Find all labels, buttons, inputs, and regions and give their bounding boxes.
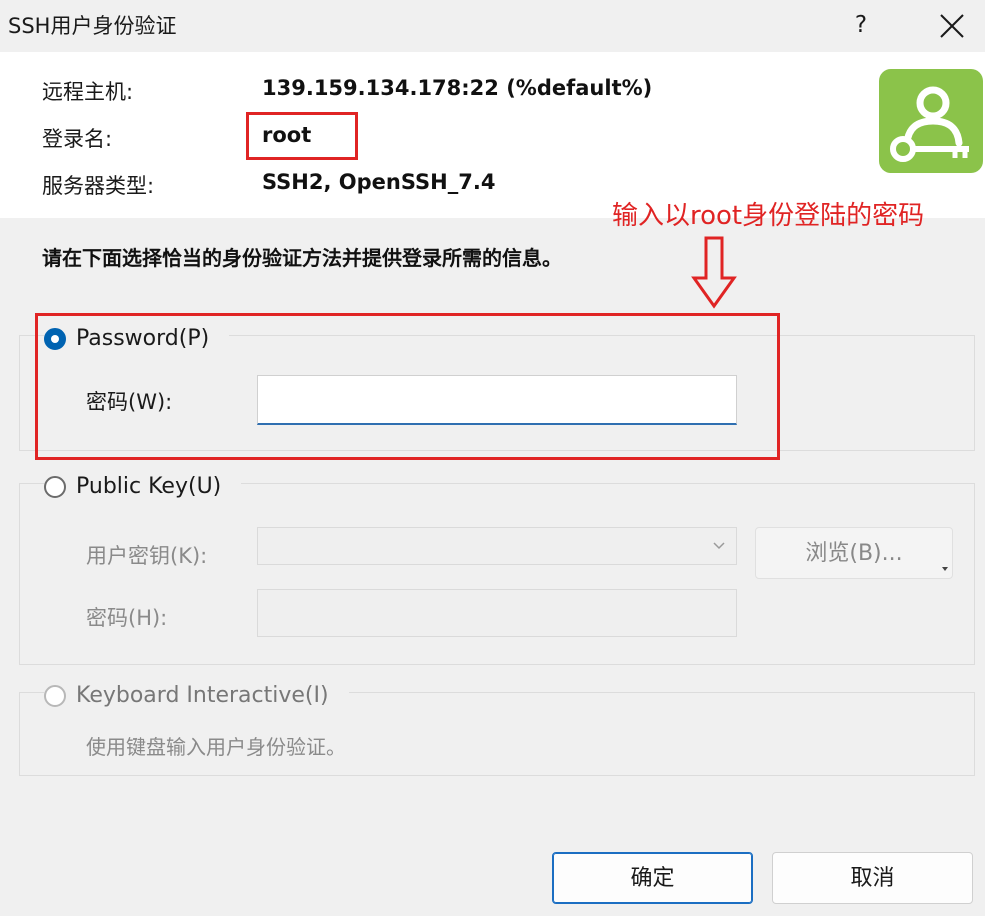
- keyboard-interactive-radio-button[interactable]: [44, 684, 66, 707]
- close-button[interactable]: [934, 8, 970, 44]
- dropdown-arrow-icon: [942, 567, 948, 571]
- password-highlight-box: [35, 313, 780, 460]
- cancel-button[interactable]: 取消: [772, 852, 973, 904]
- passphrase-input[interactable]: [257, 589, 737, 637]
- chevron-down-icon: [713, 542, 725, 550]
- public-key-radio[interactable]: Public Key(U): [44, 474, 242, 499]
- annotation-arrow-icon: [691, 236, 737, 309]
- browse-button-label: 浏览(B)...: [805, 541, 903, 566]
- public-key-radio-button[interactable]: [44, 475, 66, 498]
- keyboard-interactive-radio[interactable]: Keyboard Interactive(I): [44, 683, 349, 708]
- user-key-select[interactable]: [257, 527, 737, 565]
- user-key-icon: [890, 86, 969, 162]
- ok-button[interactable]: 确定: [552, 852, 753, 904]
- public-key-radio-label: Public Key(U): [76, 474, 222, 499]
- host-value: 139.159.134.178:22 (%default%): [262, 76, 653, 100]
- instruction-text: 请在下面选择恰当的身份验证方法并提供登录所需的信息。: [42, 246, 562, 270]
- host-label: 远程主机:: [42, 80, 134, 104]
- help-button[interactable]: ?: [846, 6, 876, 44]
- annotation-text: 输入以root身份登陆的密码: [612, 201, 925, 231]
- server-type-value: SSH2, OpenSSH_7.4: [262, 170, 496, 194]
- login-highlight-box: [246, 112, 358, 160]
- keyboard-interactive-description: 使用键盘输入用户身份验证。: [86, 735, 346, 759]
- keyboard-interactive-radio-label: Keyboard Interactive(I): [76, 683, 329, 708]
- user-key-logo: [879, 69, 983, 173]
- close-icon: [940, 14, 964, 38]
- window-title: SSH用户身份验证: [8, 14, 177, 38]
- browse-button[interactable]: 浏览(B)...: [755, 527, 953, 579]
- passphrase-label: 密码(H):: [86, 606, 168, 630]
- server-type-label: 服务器类型:: [42, 174, 155, 198]
- user-key-label: 用户密钥(K):: [86, 544, 208, 568]
- login-label: 登录名:: [42, 127, 113, 151]
